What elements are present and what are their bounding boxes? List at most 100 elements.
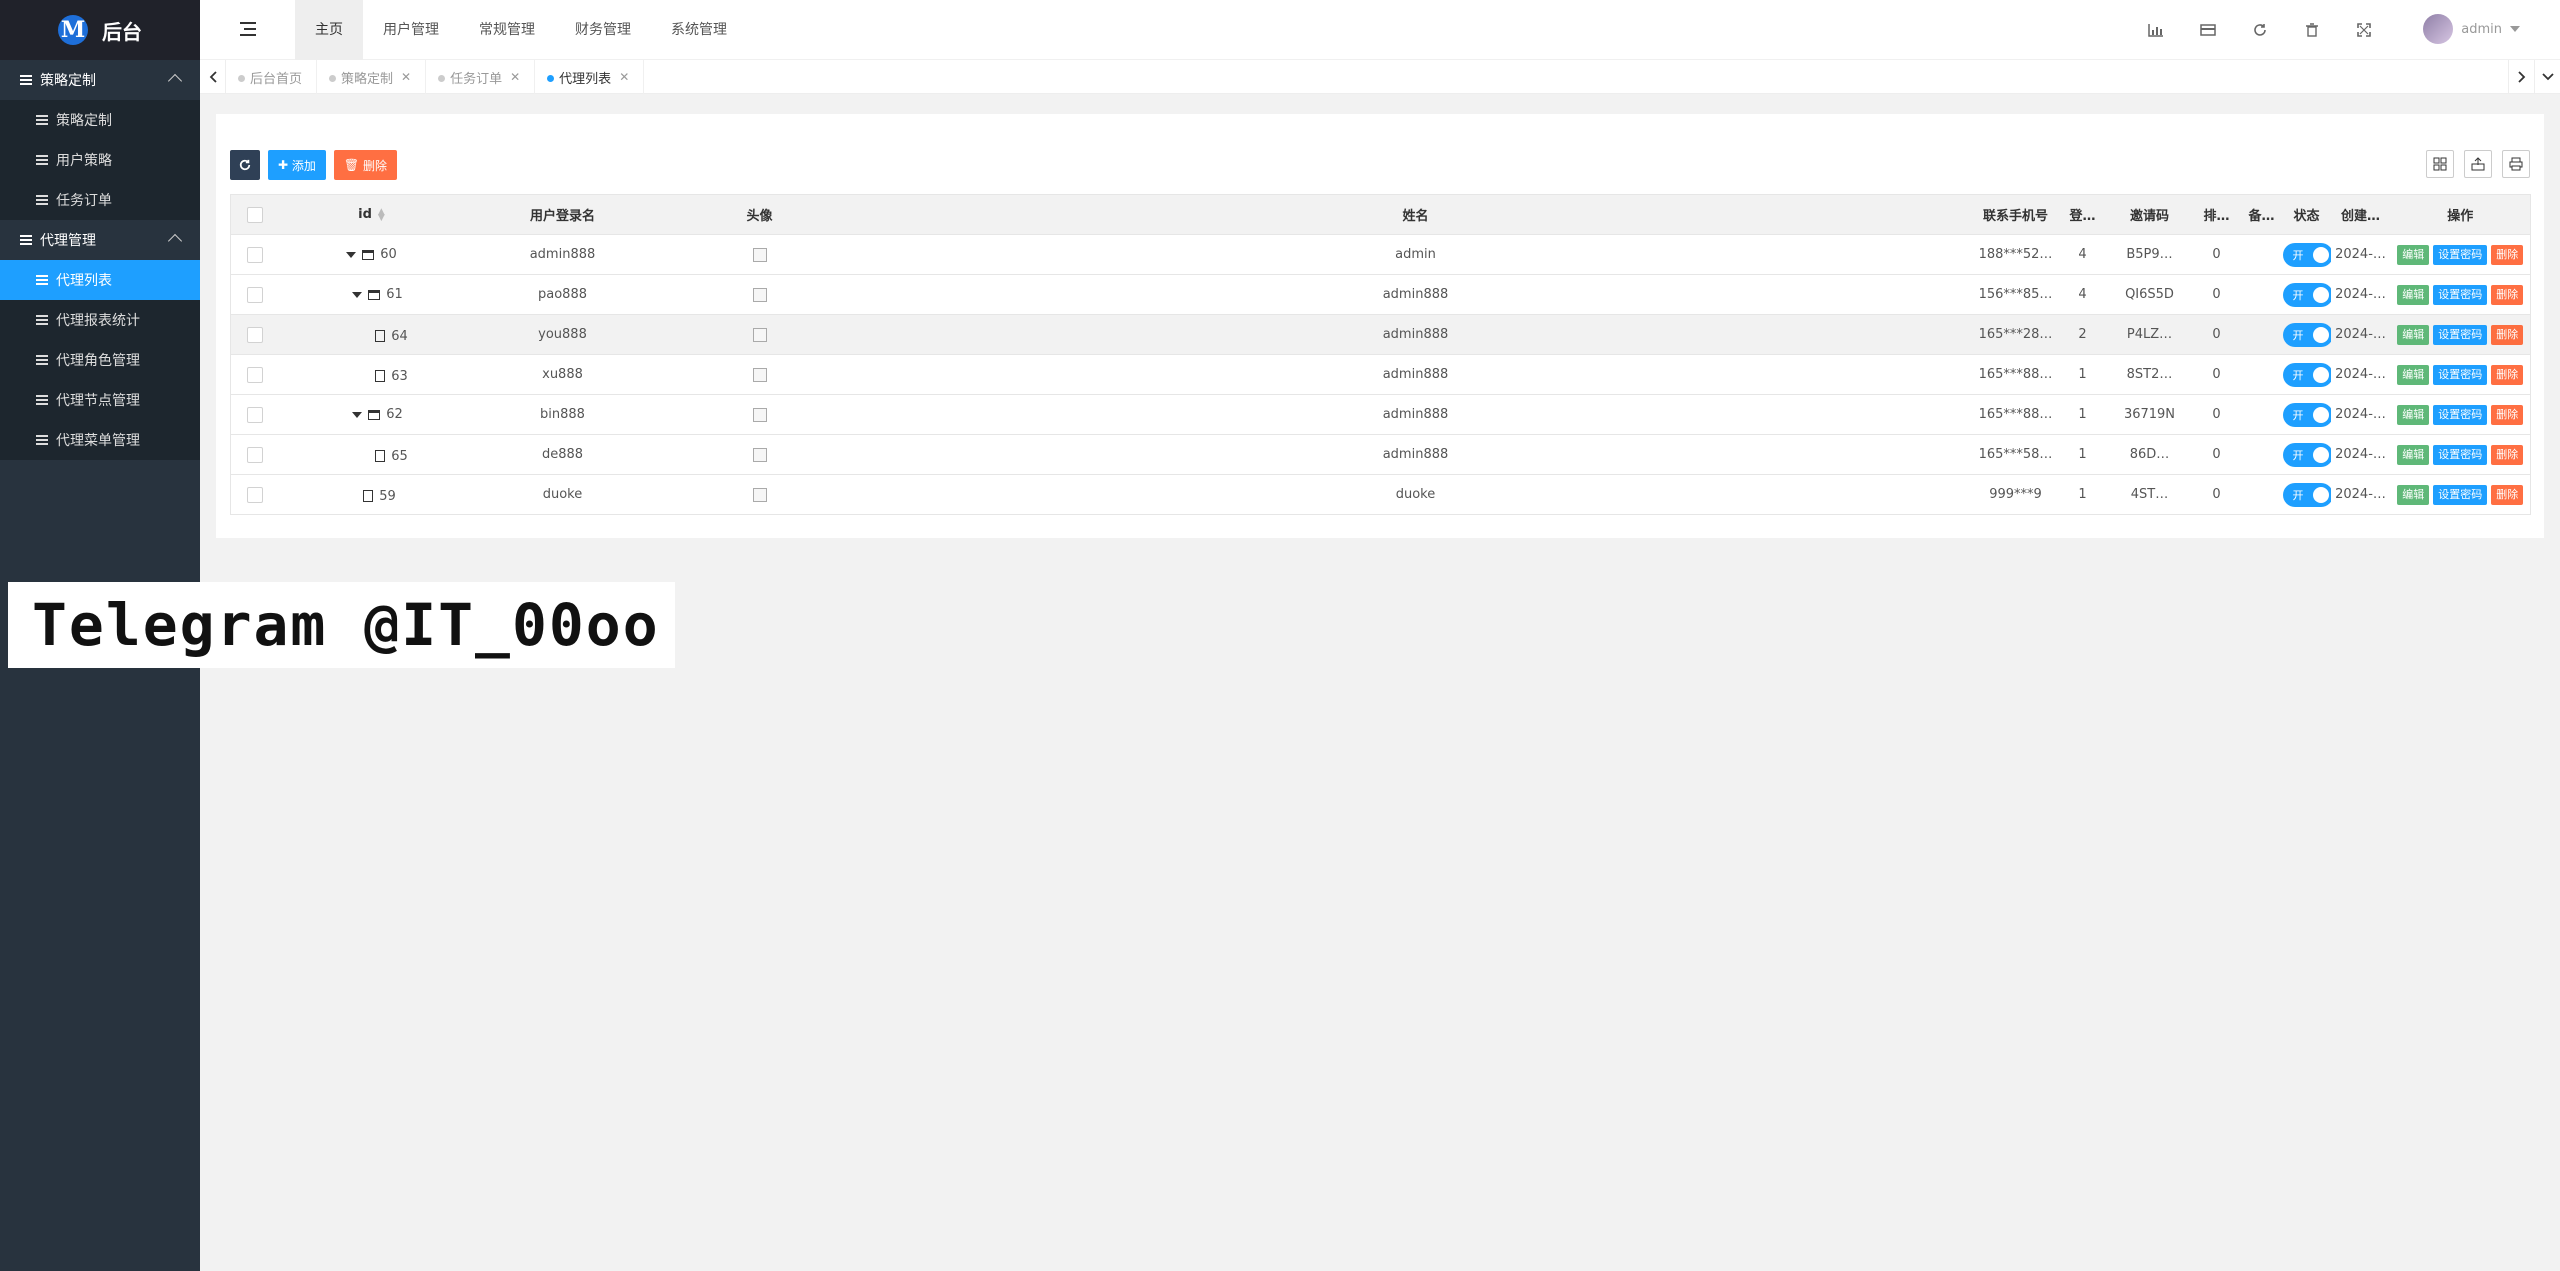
sidebar-item-agent-nodes[interactable]: 代理节点管理 (0, 380, 200, 420)
edit-button[interactable]: 编辑 (2397, 484, 2430, 505)
set-password-button[interactable]: 设置密码 (2433, 324, 2488, 345)
edit-button[interactable]: 编辑 (2397, 364, 2430, 385)
name-cell: admin (858, 234, 1973, 275)
table-row[interactable]: 64 you888 admin888 165***28… 2 P4LZ… 0 开 2024-… 编… (230, 314, 2531, 355)
tab-task-orders[interactable]: 任务订单 ✕ (426, 60, 536, 94)
chevron-left-icon[interactable] (200, 60, 226, 94)
fullscreen-icon[interactable] (2338, 0, 2390, 60)
status-toggle[interactable]: 开 (2282, 362, 2331, 387)
set-password-button[interactable]: 设置密码 (2433, 484, 2488, 505)
columns-icon[interactable] (2426, 150, 2454, 178)
edit-button[interactable]: 编辑 (2397, 244, 2430, 265)
sort-icon[interactable]: ▲ ▼ (378, 207, 385, 222)
expand-toggle-icon[interactable] (346, 251, 357, 258)
expand-toggle-icon[interactable] (352, 411, 363, 418)
set-password-button[interactable]: 设置密码 (2433, 444, 2488, 465)
refresh-button[interactable] (230, 150, 260, 180)
folder-icon (368, 289, 381, 300)
chevron-down-icon[interactable] (2534, 60, 2560, 94)
tab-label: 后台首页 (250, 71, 303, 87)
row-checkbox[interactable] (246, 486, 263, 503)
sidebar-group-strategy[interactable]: 策略定制 (0, 60, 200, 100)
status-toggle[interactable]: 开 (2282, 282, 2331, 307)
sidebar-item-user-strategy[interactable]: 用户策略 (0, 140, 200, 180)
row-checkbox[interactable] (246, 406, 263, 423)
table-row[interactable]: 59 duoke duoke 999***9 1 4ST… 0 开 2024-… 编辑 设置密码 删除 (230, 474, 2531, 515)
row-delete-button[interactable]: 删除 (2491, 444, 2524, 465)
row-delete-button[interactable]: 删除 (2491, 484, 2524, 505)
nav-user-management[interactable]: 用户管理 (363, 0, 459, 60)
status-toggle[interactable]: 开 (2282, 402, 2331, 427)
sidebar-item-agent-menus[interactable]: 代理菜单管理 (0, 420, 200, 460)
chart-icon[interactable] (2130, 0, 2182, 60)
row-checkbox[interactable] (246, 286, 263, 303)
sidebar-item-agent-roles[interactable]: 代理角色管理 (0, 340, 200, 380)
id-value: 62 (386, 407, 403, 423)
tab-dot (329, 75, 337, 82)
table-row[interactable]: 62 bin888 admin888 165***88… 1 36719N 0 开 2024-…… (230, 394, 2531, 435)
column-header-invite: 邀请码 (2106, 194, 2193, 235)
set-password-button[interactable]: 设置密码 (2433, 284, 2488, 305)
sidebar-item-task-orders[interactable]: 任务订单 (0, 180, 200, 220)
table-row[interactable]: 63 xu888 admin888 165***88… 1 8ST2… 0 开 2024-… 编辑… (230, 354, 2531, 395)
chevron-right-icon[interactable] (2508, 60, 2534, 94)
menu-toggle-icon[interactable] (240, 22, 256, 36)
set-password-button[interactable]: 设置密码 (2433, 244, 2488, 265)
login-cell: you888 (464, 314, 661, 355)
trash-icon[interactable] (2286, 0, 2338, 60)
close-icon[interactable]: ✕ (401, 70, 411, 84)
logo[interactable]: M 后台 (0, 0, 200, 60)
print-icon[interactable] (2502, 150, 2530, 178)
level-cell: 4 (2058, 234, 2107, 275)
status-toggle[interactable]: 开 (2282, 482, 2331, 507)
row-delete-button[interactable]: 删除 (2491, 284, 2524, 305)
add-button[interactable]: ✚ 添加 (268, 150, 326, 180)
user-menu[interactable]: admin (2423, 14, 2520, 44)
column-header-id[interactable]: id ▲ ▼ (278, 194, 465, 235)
status-toggle[interactable]: 开 (2282, 242, 2331, 267)
row-delete-button[interactable]: 删除 (2491, 244, 2524, 265)
row-checkbox[interactable] (246, 246, 263, 263)
card-icon[interactable] (2182, 0, 2234, 60)
nav-home[interactable]: 主页 (295, 0, 363, 60)
folder-icon (362, 249, 375, 260)
delete-button[interactable]: 🗑 删除 (333, 150, 397, 180)
edit-button[interactable]: 编辑 (2397, 404, 2430, 425)
toggle-knob (2312, 366, 2329, 383)
row-delete-button[interactable]: 删除 (2491, 364, 2524, 385)
close-icon[interactable]: ✕ (510, 70, 520, 84)
file-icon (363, 490, 374, 503)
table-row[interactable]: 60 admin888 admin 188***52… 4 B5P9… 0 开 2024-… 编辑… (230, 234, 2531, 275)
sidebar-group-agent[interactable]: 代理管理 (0, 220, 200, 260)
row-checkbox[interactable] (246, 366, 263, 383)
table-row[interactable]: 65 de888 admin888 165***58… 1 86D… 0 开 2024-… 编辑设… (230, 434, 2531, 475)
tab-agent-list[interactable]: 代理列表 ✕ (535, 60, 645, 94)
watermark-banner: Telegram @IT_00oo (8, 582, 675, 668)
row-delete-button[interactable]: 删除 (2491, 324, 2524, 345)
row-checkbox[interactable] (246, 446, 263, 463)
set-password-button[interactable]: 设置密码 (2433, 404, 2488, 425)
close-icon[interactable]: ✕ (619, 70, 629, 84)
edit-button[interactable]: 编辑 (2397, 284, 2430, 305)
row-delete-button[interactable]: 删除 (2491, 404, 2524, 425)
export-icon[interactable] (2464, 150, 2492, 178)
sidebar-item-strategy-custom[interactable]: 策略定制 (0, 100, 200, 140)
nav-system-management[interactable]: 系统管理 (651, 0, 747, 60)
status-toggle[interactable]: 开 (2282, 322, 2331, 347)
select-all-checkbox[interactable] (246, 206, 263, 223)
expand-toggle-icon[interactable] (352, 291, 363, 298)
refresh-icon[interactable] (2234, 0, 2286, 60)
table-row[interactable]: 61 pao888 admin888 156***85… 4 QI6S5D 0 开 2024-…… (230, 274, 2531, 315)
set-password-button[interactable]: 设置密码 (2433, 364, 2488, 385)
tab-strategy[interactable]: 策略定制 ✕ (317, 60, 427, 94)
edit-button[interactable]: 编辑 (2397, 444, 2430, 465)
status-toggle[interactable]: 开 (2282, 442, 2331, 467)
row-checkbox[interactable] (246, 326, 263, 343)
nav-general-management[interactable]: 常规管理 (459, 0, 555, 60)
sidebar-item-agent-report[interactable]: 代理报表统计 (0, 300, 200, 340)
nav-finance-management[interactable]: 财务管理 (555, 0, 651, 60)
sidebar-group-label: 策略定制 (40, 73, 96, 89)
edit-button[interactable]: 编辑 (2397, 324, 2430, 345)
sidebar-item-agent-list[interactable]: 代理列表 (0, 260, 200, 300)
tab-dashboard[interactable]: 后台首页 (226, 60, 318, 94)
